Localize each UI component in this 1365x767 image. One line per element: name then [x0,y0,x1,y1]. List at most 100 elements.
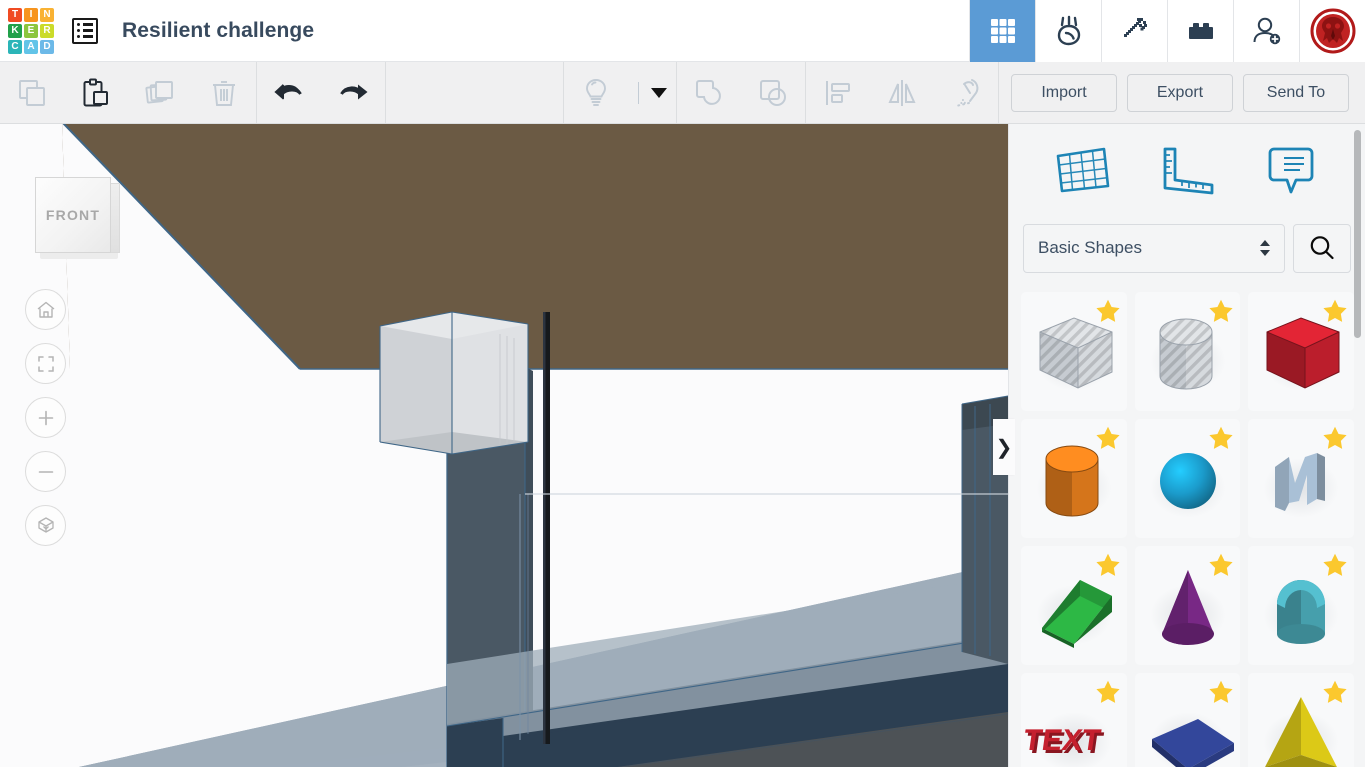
shape-category-value: Basic Shapes [1038,238,1142,257]
shape-polygon[interactable] [1134,673,1241,767]
document-list-button[interactable] [62,0,108,62]
zoom-in-icon [38,410,53,425]
search-button[interactable] [1293,223,1351,273]
export-button[interactable]: Export [1127,73,1233,112]
header-icon-invite[interactable] [1233,0,1299,62]
shape-row [1021,546,1355,665]
view-cube-front-label[interactable]: FRONT [35,177,111,253]
star-icon[interactable] [1208,425,1234,451]
shape-row [1021,419,1355,538]
logo-tile-n: N [40,7,54,22]
light-dropdown-button[interactable] [628,62,676,124]
header-icon-codeblocks[interactable] [1035,0,1101,62]
align-button[interactable] [806,62,870,124]
zoom-out-icon [38,470,53,473]
ortho-toggle-icon [37,516,54,533]
delete-button[interactable] [192,62,256,124]
star-icon[interactable] [1095,552,1121,578]
duplicate-button[interactable] [128,62,192,124]
header-icon-minecraft[interactable] [1101,0,1167,62]
view-cube-side[interactable] [111,183,120,253]
ortho-toggle-button[interactable] [25,505,66,546]
chevron-down-icon [1260,250,1270,256]
user-avatar-emblem [1310,8,1355,53]
shape-box-hole[interactable] [1021,292,1127,411]
star-icon[interactable] [1322,679,1348,705]
group-button[interactable] [677,62,741,124]
design-viewport[interactable]: FRONT [0,124,1008,767]
grid-view-icon [990,18,1015,43]
delete-icon [213,80,235,106]
tinkercad-logo[interactable]: TIN KER CAD [0,0,62,62]
mini-divider [637,81,639,104]
shape-wedge[interactable] [1021,546,1127,665]
logo-tile-i: I [24,7,38,22]
home-view-button[interactable] [25,289,66,330]
star-icon[interactable] [1208,679,1234,705]
light-button[interactable] [564,62,628,124]
shape-cylinder[interactable] [1021,419,1127,538]
panel-collapse-button[interactable]: ❯ [993,419,1015,475]
mirror-button[interactable] [870,62,934,124]
import-button[interactable]: Import [1011,73,1117,112]
stepper-arrows[interactable] [1260,240,1270,256]
redo-icon [340,84,368,99]
send-to-button[interactable]: Send To [1243,73,1349,112]
toolbar-divider [998,61,999,124]
ruler-button[interactable] [1135,144,1239,196]
paste-button[interactable] [64,62,128,124]
clipboard-tools [0,62,256,124]
history-tools [257,62,385,124]
codeblocks-icon [1057,15,1080,45]
redo-button[interactable] [321,62,385,124]
main-toolbar: Import Export Send To [0,61,1365,124]
copy-button[interactable] [0,62,64,124]
star-icon[interactable] [1208,552,1234,578]
page-title: Resilient challenge [122,18,315,42]
pickaxe-icon [1123,17,1147,37]
zoom-in-button[interactable] [25,397,66,438]
shape-grid-scrollbar[interactable] [1354,130,1361,338]
home-view-icon [37,301,54,318]
lightbulb-icon [586,78,606,106]
star-icon[interactable] [1322,298,1348,324]
tinkercad-app: TINKERCAD Resilient challenge Import Exp… [0,0,1365,767]
shape-pyramid[interactable] [1248,673,1355,767]
logo-tile-c: C [8,39,22,54]
chevron-up-icon [1260,240,1270,246]
shape-cylinder-hole[interactable] [1134,292,1241,411]
shape-library-grid[interactable]: TEXT TEXT [1009,292,1365,767]
shape-box[interactable] [1248,292,1355,411]
workplane-button[interactable] [1031,144,1135,196]
view-cube[interactable]: FRONT [32,169,127,264]
snap-button[interactable] [934,62,998,124]
shape-text[interactable]: TEXT TEXT [1021,673,1127,767]
shape-roof[interactable] [1248,546,1355,665]
undo-button[interactable] [257,62,321,124]
ungroup-button[interactable] [741,62,805,124]
shape-sphere[interactable] [1134,419,1241,538]
avatar[interactable] [1299,0,1365,62]
ruler-icon [1163,147,1214,195]
shape-category-select[interactable]: Basic Shapes [1023,223,1285,273]
star-icon[interactable] [1322,552,1348,578]
star-icon[interactable] [1208,298,1234,324]
shape-cone[interactable] [1134,546,1241,665]
logo-tile-e: E [24,23,38,38]
mirror-icon [888,79,916,106]
note-button[interactable] [1239,144,1343,196]
star-icon[interactable] [1095,425,1121,451]
shape-row: TEXT TEXT [1021,673,1355,767]
logo-tile-a: A [24,39,38,54]
header-actions [969,0,1365,62]
header-icon-3d-design[interactable] [969,0,1035,62]
star-icon[interactable] [1095,298,1121,324]
star-icon[interactable] [1095,679,1121,705]
shape-scribble[interactable] [1248,419,1355,538]
header-icon-bricks[interactable] [1167,0,1233,62]
zoom-out-button[interactable] [25,451,66,492]
star-icon[interactable] [1322,425,1348,451]
fit-view-button[interactable] [25,343,66,384]
shapes-panel: Basic Shapes TEXT TEXT [1008,124,1365,767]
